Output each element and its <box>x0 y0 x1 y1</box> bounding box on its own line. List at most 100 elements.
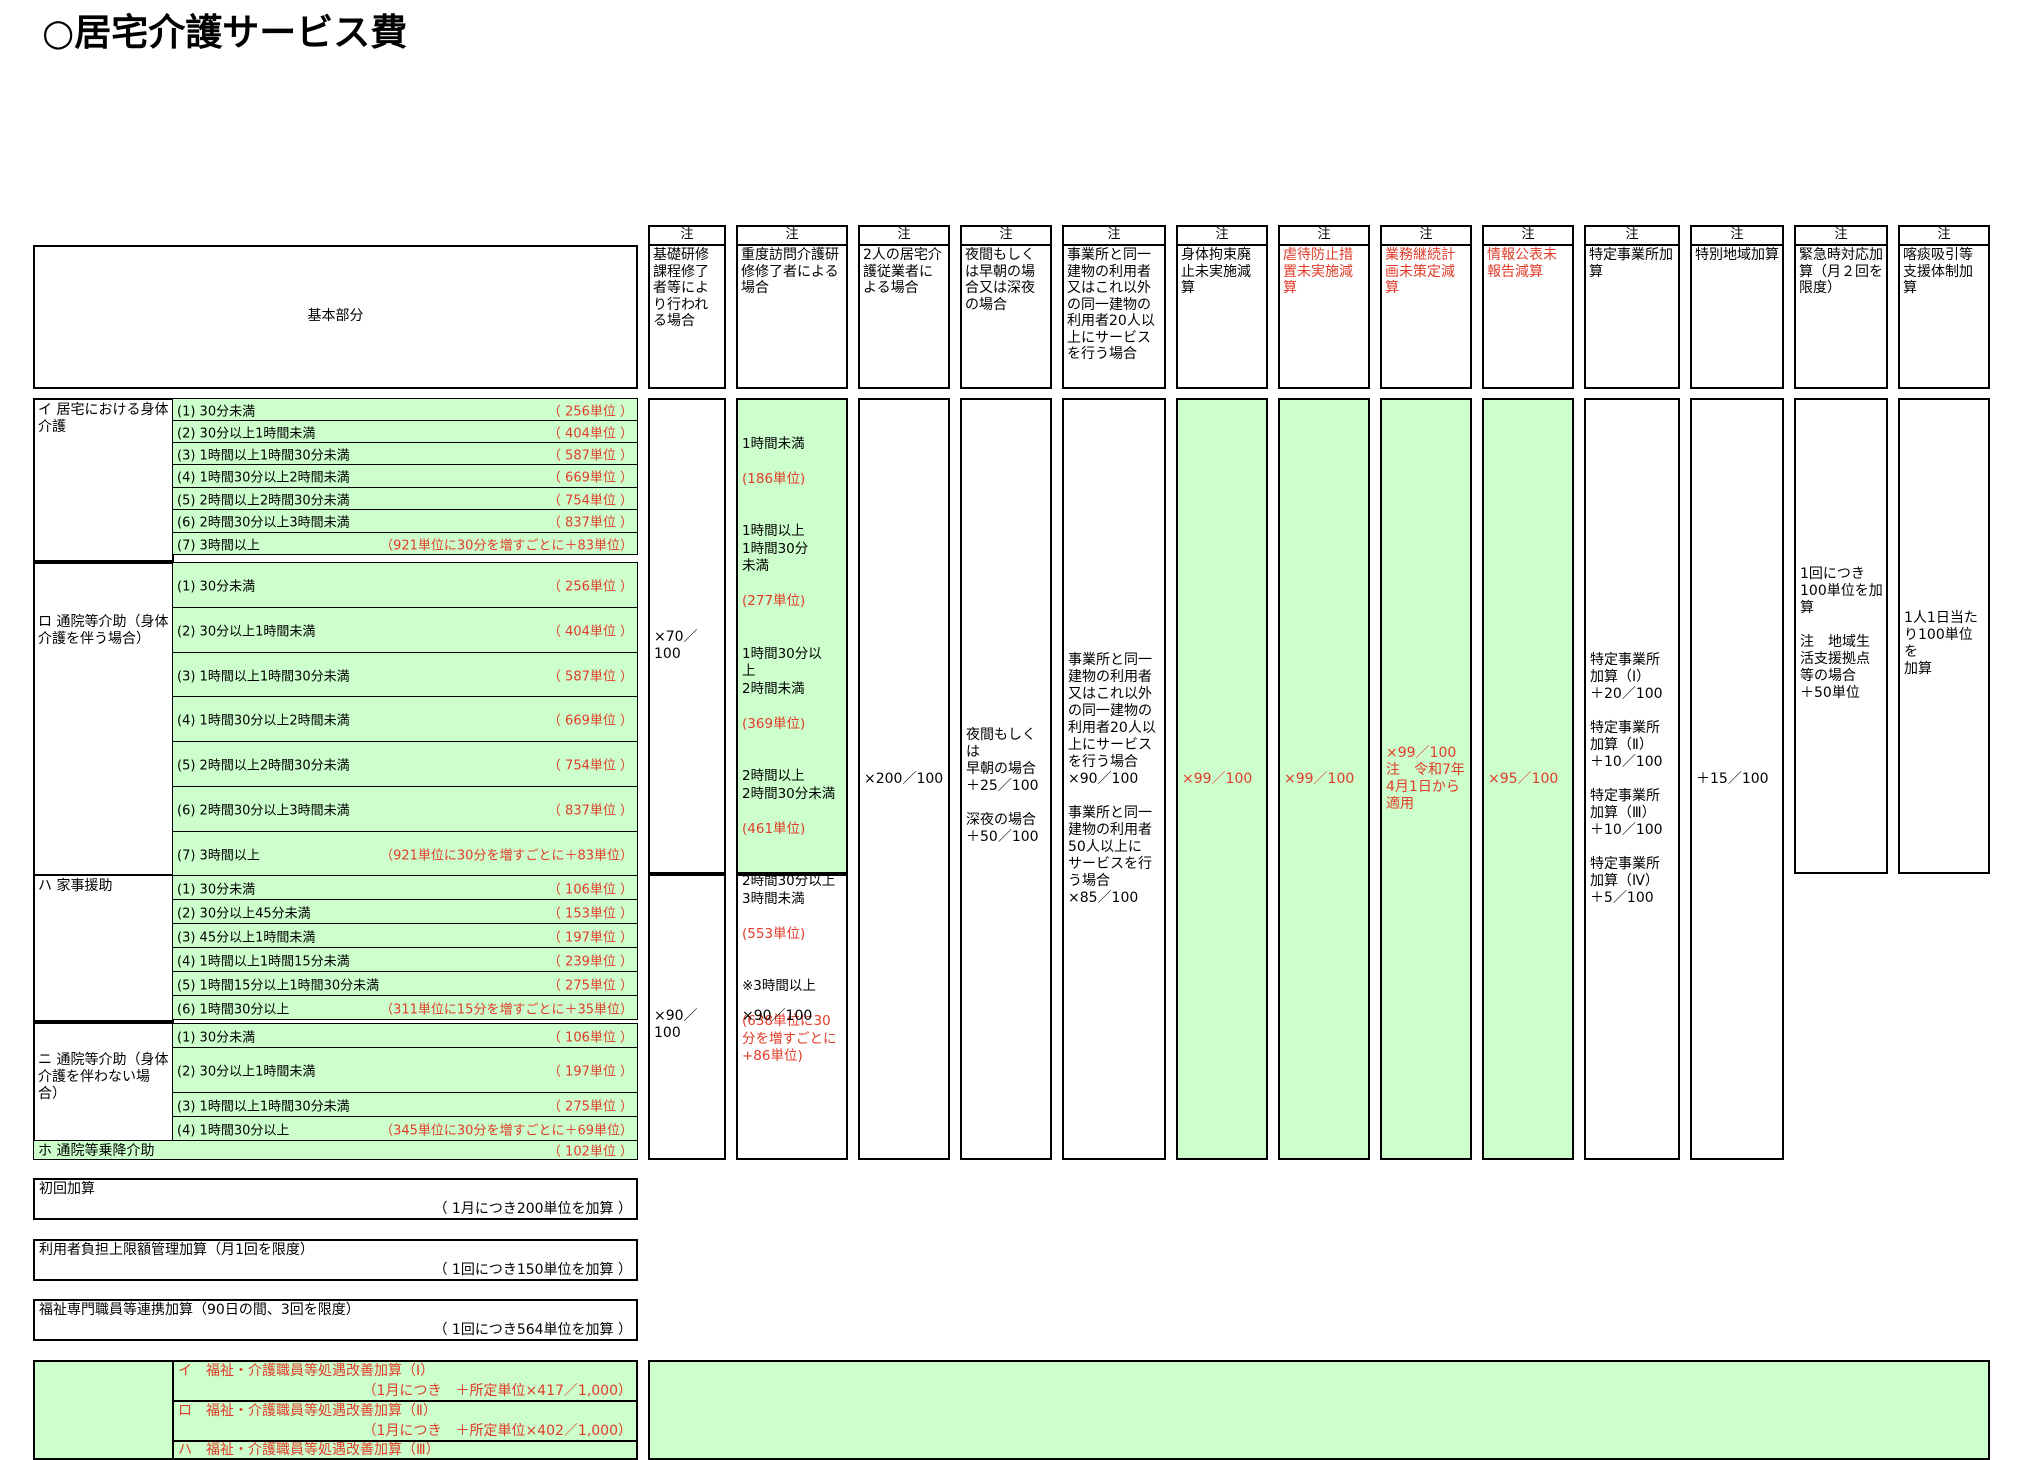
judo-text: 2時間以上 2時間30分未満 <box>742 768 836 802</box>
chuu-label: 注 <box>1692 227 1782 246</box>
cell-kiso-upper: ×70／100 <box>648 398 726 874</box>
service-row: (4) 1時間30分以上 （345単位に30分を増すごとに＋69単位） <box>172 1116 638 1141</box>
kasan-shokai: 初回加算 （ 1月につき200単位を加算 ） <box>33 1178 638 1220</box>
header-johou: 注情報公表未報告減算 <box>1482 225 1574 389</box>
row-units: （ 404単位 ） <box>547 624 633 640</box>
service-row: (4) 1時間以上1時間15分未満 （ 239単位 ） <box>172 947 638 972</box>
row-label: (4) 1時間以上1時間15分未満 <box>177 954 350 969</box>
cell-judo-lower: ×90／100 <box>736 874 848 1160</box>
chuu-label: 注 <box>860 227 948 246</box>
shogu-item-3: ハ 福祉・介護職員等処遇改善加算（Ⅲ） <box>172 1440 638 1460</box>
row-label: (6) 2時間30分以上3時間未満 <box>177 515 350 531</box>
header-tokutei: 注特定事業所加算 <box>1584 225 1680 389</box>
row-units: （ 669単位 ） <box>547 470 633 486</box>
row-units: （ 754単位 ） <box>547 493 633 508</box>
service-row: (3) 1時間以上1時間30分未満 （ 587単位 ） <box>172 442 638 465</box>
service-row: (3) 1時間以上1時間30分未満 （ 275単位 ） <box>172 1092 638 1117</box>
kihon-header-label: 基本部分 <box>307 308 364 324</box>
row-label: (5) 1時間15分以上1時間30分未満 <box>177 978 380 993</box>
service-row: (7) 3時間以上 （921単位に30分を増すごとに＋83単位） <box>172 532 638 555</box>
cell-tokubetsu: ＋15／100 <box>1690 398 1784 1160</box>
row-label: (7) 3時間以上 <box>177 848 260 863</box>
judo-units: (277単位) <box>742 593 806 609</box>
row-units: （ 837単位 ） <box>547 803 633 819</box>
header-text: 基礎研修課程修了者等により行われる場合 <box>653 247 709 329</box>
kasan-name: 初回加算 <box>39 1181 95 1197</box>
cell-futari: ×200／100 <box>858 398 950 1160</box>
header-gyomu: 注業務継続計画未策定減算 <box>1380 225 1472 389</box>
row-label: (3) 1時間以上1時間30分未満 <box>177 448 350 463</box>
kasan-value: （ 1回につき150単位を加算 ） <box>433 1262 632 1278</box>
header-text: 特定事業所加算 <box>1589 247 1673 280</box>
header-text: 情報公表未報告減算 <box>1487 247 1557 280</box>
kasan-jogen: 利用者負担上限額管理加算（月1回を限度） （ 1回につき150単位を加算 ） <box>33 1239 638 1281</box>
cell-kiso-lower: ×90／100 <box>648 874 726 1160</box>
row-units: （ 239単位 ） <box>547 954 633 969</box>
cell-kakutan: 1人1日当た り100単位を 加算 <box>1898 398 1990 874</box>
header-kinkyu: 注緊急時対応加算（月２回を限度） <box>1794 225 1888 389</box>
row-units: （ 837単位 ） <box>547 515 633 531</box>
shogu-value: （1月につき ＋所定単位×417／1,000） <box>362 1383 632 1399</box>
service-row: (1) 30分未満 （ 106単位 ） <box>172 1023 638 1048</box>
row-label: (7) 3時間以上 <box>177 538 260 553</box>
chuu-label: 注 <box>1064 227 1164 246</box>
row-units: （921単位に30分を増すごとに＋83単位） <box>380 848 633 863</box>
header-text: 喀痰吸引等支援体制加算 <box>1903 247 1973 296</box>
category-i: イ 居宅における身体介護 <box>33 398 174 562</box>
row-units: （ 102単位 ） <box>547 1144 633 1160</box>
service-row: (6) 1時間30分以上 （311単位に15分を増すごとに＋35単位） <box>172 995 638 1020</box>
chuu-label: 注 <box>962 227 1050 246</box>
service-row: (5) 1時間15分以上1時間30分未満 （ 275単位 ） <box>172 971 638 996</box>
judo-units: (186単位) <box>742 470 806 487</box>
row-units: （311単位に15分を増すごとに＋35単位） <box>380 1002 633 1017</box>
cell-gyakutai: ×99／100 <box>1278 398 1370 1160</box>
kasan-name: 福祉専門職員等連携加算（90日の間、3回を限度） <box>39 1302 360 1318</box>
row-label: (2) 30分以上1時間未満 <box>177 1064 316 1080</box>
header-text: 重度訪問介護研修修了者による場合 <box>741 247 839 296</box>
row-label: (1) 30分未満 <box>177 882 256 897</box>
judo-text: 1時間未満 <box>742 435 805 452</box>
row-label: (1) 30分未満 <box>177 1030 256 1045</box>
chuu-label: 注 <box>1900 227 1988 246</box>
cell-kinkyu: 1回につき 100単位を加 算 注 地域生 活支援拠点 等の場合 ＋50単位 <box>1794 398 1888 874</box>
kasan-value: （ 1月につき200単位を加算 ） <box>433 1201 632 1217</box>
service-row: (1) 30分未満 （ 256単位 ） <box>172 562 638 608</box>
row-units: （ 587単位 ） <box>547 448 633 463</box>
row-units: （ 587単位 ） <box>547 669 633 684</box>
cell-yakan: 夜間もしくは 早朝の場合 ＋25／100 深夜の場合 ＋50／100 <box>960 398 1052 1160</box>
shogu-item-2: ロ 福祉・介護職員等処遇改善加算（Ⅱ） （1月につき ＋所定単位×402／1,0… <box>172 1400 638 1442</box>
row-label: (6) 1時間30分以上 <box>177 1002 290 1017</box>
service-row: (7) 3時間以上 （921単位に30分を増すごとに＋83単位） <box>172 831 638 876</box>
header-text: 身体拘束廃止未実施減算 <box>1181 247 1251 296</box>
service-row: (4) 1時間30分以上2時間未満 （ 669単位 ） <box>172 696 638 742</box>
service-row: (2) 30分以上1時間未満 （ 197単位 ） <box>172 1047 638 1093</box>
row-label: (2) 30分以上45分未満 <box>177 906 311 921</box>
row-units: （ 106単位 ） <box>547 1030 633 1045</box>
row-units: （ 275単位 ） <box>547 1099 633 1114</box>
header-tokubetsu: 注特別地域加算 <box>1690 225 1784 389</box>
header-text: 事業所と同一建物の利用者又はこれ以外の同一建物の利用者20人以上にサービスを行う… <box>1067 247 1155 362</box>
chuu-label: 注 <box>738 227 846 246</box>
row-label: (1) 30分未満 <box>177 404 256 419</box>
header-yakan: 注夜間もしくは早朝の場合又は深夜の場合 <box>960 225 1052 389</box>
row-units: （ 256単位 ） <box>547 404 633 419</box>
shogu-value: （1月につき ＋所定単位×402／1,000） <box>362 1423 632 1439</box>
row-label: (3) 1時間以上1時間30分未満 <box>177 1099 350 1114</box>
header-text: 特別地域加算 <box>1695 247 1779 263</box>
category-ha: ハ 家事援助 <box>33 874 174 1022</box>
chuu-label: 注 <box>1280 227 1368 246</box>
row-units: （ 256単位 ） <box>547 579 633 595</box>
shogu-name: イ 福祉・介護職員等処遇改善加算（Ⅰ） <box>178 1363 435 1379</box>
row-label: (1) 30分未満 <box>177 579 256 595</box>
chuu-label: 注 <box>1484 227 1572 246</box>
header-text: 2人の居宅介護従業者による場合 <box>863 247 942 296</box>
header-doitsu: 注事業所と同一建物の利用者又はこれ以外の同一建物の利用者20人以上にサービスを行… <box>1062 225 1166 389</box>
row-ho: ホ 通院等乗降介助 （ 102単位 ） <box>33 1140 638 1160</box>
category-ni: ニ 通院等介助（身体介護を伴わない場合） <box>33 1022 174 1142</box>
chuu-label: 注 <box>1382 227 1470 246</box>
header-text: 夜間もしくは早朝の場合又は深夜の場合 <box>965 247 1035 313</box>
row-units: （921単位に30分を増すごとに＋83単位） <box>380 538 633 553</box>
service-row: (6) 2時間30分以上3時間未満 （ 837単位 ） <box>172 509 638 533</box>
row-units: （ 404単位 ） <box>547 426 633 441</box>
service-row: (4) 1時間30分以上2時間未満 （ 669単位 ） <box>172 464 638 488</box>
